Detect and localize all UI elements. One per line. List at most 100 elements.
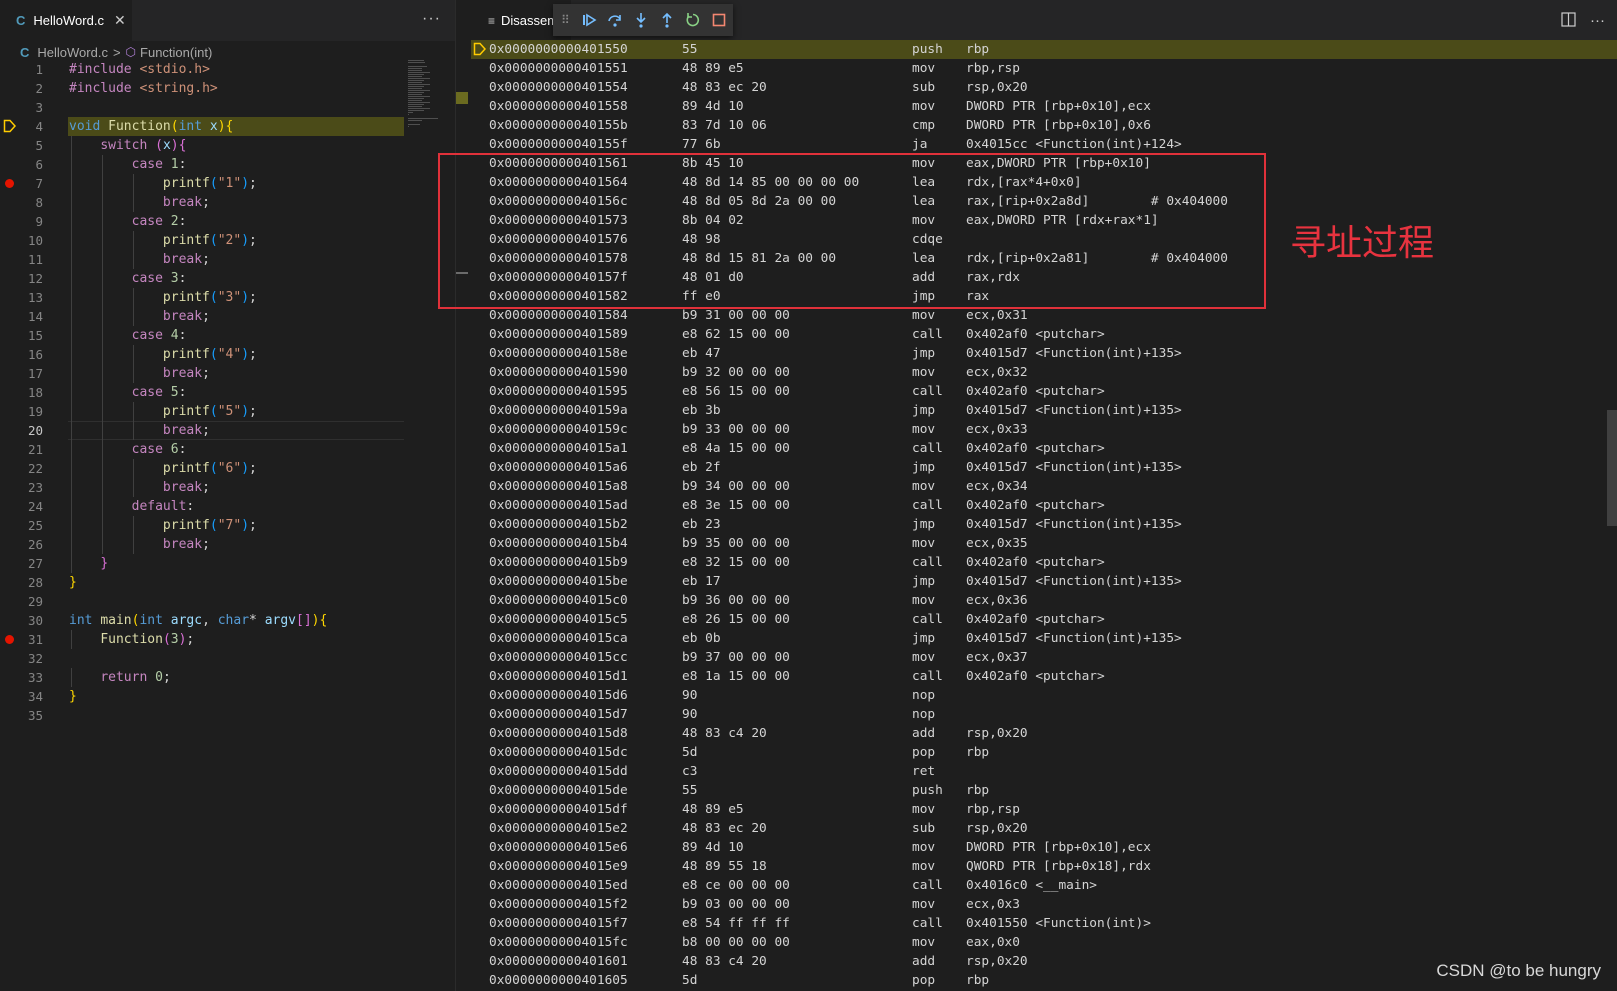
disassembly-row[interactable]: 0x0000000000401595 e8 56 15 00 00 call 0x40… [471, 382, 1617, 401]
disassembly-row[interactable]: 0x00000000004015b2 eb 23 jmp 0x4015d7 <Func… [471, 515, 1617, 534]
disassembly-row[interactable]: 0x00000000004015e2 48 83 ec 20 sub rsp,0x20 [471, 819, 1617, 838]
disassembly-row[interactable]: 0x00000000004015be eb 17 jmp 0x4015d7 <Func… [471, 572, 1617, 591]
close-icon[interactable]: ✕ [114, 12, 126, 29]
instruction-operands: ecx,0x3 [966, 897, 1020, 912]
minimap-line [408, 114, 409, 115]
split-editor-icon[interactable] [1561, 12, 1576, 31]
code-line[interactable]: 26 break; [0, 535, 404, 554]
disassembly-row[interactable]: 0x00000000004015d1 e8 1a 15 00 00 call 0x40… [471, 667, 1617, 686]
code-line[interactable]: 17 break; [0, 364, 404, 383]
step-over-icon[interactable] [606, 11, 624, 29]
disassembly-row[interactable]: 0x0000000000401590 b9 32 00 00 00 mov ecx,0… [471, 363, 1617, 382]
code-line[interactable]: 4 void Function(int x){ [0, 117, 404, 136]
breadcrumb-file[interactable]: HelloWord.c [37, 45, 108, 60]
restart-icon[interactable] [684, 11, 702, 29]
code-line[interactable]: 30 int main(int argc, char* argv[]){ [0, 611, 404, 630]
more-actions-icon[interactable]: ··· [422, 10, 441, 28]
code-line[interactable]: 5 switch (x){ [0, 136, 404, 155]
minimap[interactable] [406, 60, 446, 140]
code-line[interactable]: 33 return 0; [0, 668, 404, 687]
code-line[interactable]: 16 printf("4"); [0, 345, 404, 364]
disassembly-row[interactable]: 0x00000000004015ca eb 0b jmp 0x4015d7 <Func… [471, 629, 1617, 648]
code-token: ; [202, 252, 210, 267]
disassembly-row[interactable]: 0x00000000004015fc b8 00 00 00 00 mov eax,0… [471, 933, 1617, 952]
code-line[interactable]: 32 [0, 649, 404, 668]
code-token: ){ [170, 138, 187, 153]
code-line[interactable]: 10 printf("2"); [0, 231, 404, 250]
disassembly-row[interactable]: 0x0000000000401550 55 push rbp [471, 40, 1617, 59]
disassembly-row[interactable]: 0x0000000000401558 89 4d 10 mov DWORD PTR [… [471, 97, 1617, 116]
vertical-scrollbar[interactable] [1607, 410, 1617, 526]
drag-handle-icon[interactable]: ⠿ [561, 13, 570, 27]
disassembly-row[interactable]: 0x00000000004015d6 90 nop [471, 686, 1617, 705]
disassembly-row[interactable]: 0x00000000004015d8 48 83 c4 20 add rsp,0x20 [471, 724, 1617, 743]
code-line[interactable]: 19 printf("5"); [0, 402, 404, 421]
disassembly-row[interactable]: 0x00000000004015c0 b9 36 00 00 00 mov ecx,0… [471, 591, 1617, 610]
code-line[interactable]: 6 case 1: [0, 155, 404, 174]
code-line[interactable]: 7 printf("1"); [0, 174, 404, 193]
code-line[interactable]: 31 Function(3); [0, 630, 404, 649]
code-line[interactable]: 28} [0, 573, 404, 592]
instruction-mnemonic: call [912, 612, 943, 627]
disassembly-row[interactable]: 0x00000000004015ad e8 3e 15 00 00 call 0x40… [471, 496, 1617, 515]
disassembly-row[interactable]: 0x00000000004015df 48 89 e5 mov rbp,rsp [471, 800, 1617, 819]
disassembly-row[interactable]: 0x00000000004015e9 48 89 55 18 mov QWORD PT… [471, 857, 1617, 876]
code-line[interactable]: 34} [0, 687, 404, 706]
disassembly-row[interactable]: 0x000000000040155b 83 7d 10 06 cmp DWORD PT… [471, 116, 1617, 135]
code-token: 4 [170, 328, 179, 343]
disassembly-row[interactable]: 0x0000000000401551 48 89 e5 mov rbp,rsp [471, 59, 1617, 78]
code-line[interactable]: 24 default: [0, 497, 404, 516]
code-line[interactable]: 8 break; [0, 193, 404, 212]
code-line[interactable]: 3 [0, 98, 404, 117]
code-line[interactable]: 1 #include <stdio.h> [0, 60, 404, 79]
code-line[interactable]: 12 case 3: [0, 269, 404, 288]
disassembly-row[interactable]: 0x000000000040155f 77 6b ja 0x4015cc <Funct… [471, 135, 1617, 154]
disassembly-row[interactable]: 0x00000000004015e6 89 4d 10 mov DWORD PTR [… [471, 838, 1617, 857]
code-line[interactable]: 25 printf("7"); [0, 516, 404, 535]
disassembly-row[interactable]: 0x00000000004015b4 b9 35 00 00 00 mov ecx,0… [471, 534, 1617, 553]
code-line[interactable]: 22 printf("6"); [0, 459, 404, 478]
stop-icon[interactable] [710, 11, 728, 29]
disassembly-row[interactable]: 0x0000000000401589 e8 62 15 00 00 call 0x40… [471, 325, 1617, 344]
code-line[interactable]: 18 case 5: [0, 383, 404, 402]
disassembly-row[interactable]: 0x00000000004015dd c3 ret [471, 762, 1617, 781]
disassembly-row[interactable]: 0x0000000000401554 48 83 ec 20 sub rsp,0x20 [471, 78, 1617, 97]
code-line[interactable]: 11 break; [0, 250, 404, 269]
more-actions-icon[interactable]: ··· [1590, 12, 1605, 31]
disassembly-row[interactable]: 0x00000000004015a6 eb 2f jmp 0x4015d7 <Func… [471, 458, 1617, 477]
code-line[interactable]: 21 case 6: [0, 440, 404, 459]
disassembly-row[interactable]: 0x00000000004015b9 e8 32 15 00 00 call 0x40… [471, 553, 1617, 572]
indent-guide [102, 193, 104, 212]
disassembly-row[interactable]: 0x00000000004015de 55 push rbp [471, 781, 1617, 800]
instruction-address: 0x00000000004015d7 [489, 707, 628, 722]
disassembly-row[interactable]: 0x00000000004015d7 90 nop [471, 705, 1617, 724]
code-line[interactable]: 9 case 2: [0, 212, 404, 231]
code-line[interactable]: 2 #include <string.h> [0, 79, 404, 98]
disassembly-row[interactable]: 0x00000000004015f2 b9 03 00 00 00 mov ecx,0… [471, 895, 1617, 914]
tab-helloword-c[interactable]: C HelloWord.c ✕ [0, 0, 132, 41]
step-out-icon[interactable] [658, 11, 676, 29]
code-line[interactable]: 29 [0, 592, 404, 611]
step-into-icon[interactable] [632, 11, 650, 29]
disassembly-row[interactable]: 0x00000000004015c5 e8 26 15 00 00 call 0x40… [471, 610, 1617, 629]
disassembly-row[interactable]: 0x00000000004015dc 5d pop rbp [471, 743, 1617, 762]
code-line[interactable]: 35 [0, 706, 404, 725]
disassembly-row[interactable]: 0x000000000040158e eb 47 jmp 0x4015d7 <Func… [471, 344, 1617, 363]
code-line[interactable]: 15 case 4: [0, 326, 404, 345]
disassembly-row[interactable]: 0x00000000004015f7 e8 54 ff ff ff call 0x40… [471, 914, 1617, 933]
code-line[interactable]: 20 break; [0, 421, 404, 440]
disassembly-row[interactable]: 0x000000000040159a eb 3b jmp 0x4015d7 <Func… [471, 401, 1617, 420]
disassembly-row[interactable]: 0x00000000004015ed e8 ce 00 00 00 call 0x40… [471, 876, 1617, 895]
code-line[interactable]: 14 break; [0, 307, 404, 326]
code-line[interactable]: 23 break; [0, 478, 404, 497]
continue-icon[interactable] [580, 11, 598, 29]
disassembly-row[interactable]: 0x000000000040159c b9 33 00 00 00 mov ecx,0… [471, 420, 1617, 439]
code-line[interactable]: 27 } [0, 554, 404, 573]
disassembly-row[interactable]: 0x00000000004015a8 b9 34 00 00 00 mov ecx,0… [471, 477, 1617, 496]
disassembly-row[interactable]: 0x00000000004015cc b9 37 00 00 00 mov ecx,0… [471, 648, 1617, 667]
breadcrumb-symbol[interactable]: Function(int) [140, 45, 212, 60]
code-line[interactable]: 13 printf("3"); [0, 288, 404, 307]
code-area[interactable]: 1 #include <stdio.h> 2 #include <string.h> 3… [0, 60, 404, 725]
disassembly-row[interactable]: 0x00000000004015a1 e8 4a 15 00 00 call 0x40… [471, 439, 1617, 458]
